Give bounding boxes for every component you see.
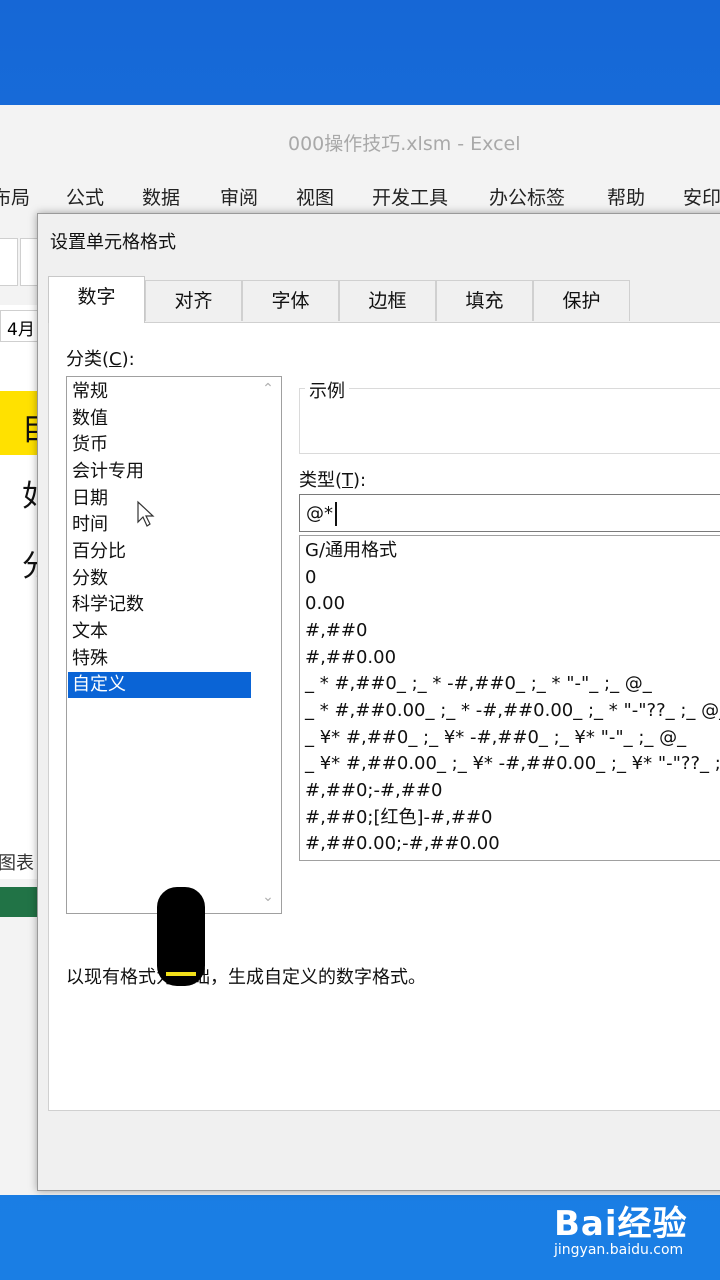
list-item[interactable]: 分数 [68, 566, 251, 592]
ribbon-control[interactable] [0, 238, 18, 286]
tab-border[interactable]: 边框 [339, 280, 436, 321]
list-item[interactable]: _ ¥* #,##0.00_ ;_ ¥* -#,##0.00_ ;_ ¥* "-… [305, 751, 720, 778]
mouse-pointer-icon [137, 500, 155, 527]
ribbon-tab-data[interactable]: 数据 [142, 183, 180, 210]
list-item[interactable]: #,##0 [305, 618, 367, 645]
tab-protection[interactable]: 保护 [533, 280, 630, 321]
baidu-watermark: Bai经验 jingyan.baidu.com [554, 1196, 714, 1266]
worksheet-grid[interactable] [0, 305, 40, 865]
list-item[interactable]: 数值 [68, 406, 251, 432]
scroll-up-icon[interactable]: ⌃ [260, 381, 276, 397]
list-item[interactable]: G/通用格式 [305, 538, 397, 565]
excel-title-bar: 000操作技巧.xlsm - Excel [0, 105, 720, 173]
list-item[interactable]: #,##0;-#,##0 [305, 778, 442, 805]
status-bar [0, 887, 40, 917]
list-item[interactable]: _ * #,##0_ ;_ * -#,##0_ ;_ * "-"_ ;_ @_ [305, 671, 652, 698]
sample-label: 示例 [305, 377, 349, 403]
list-item[interactable]: 0 [305, 565, 316, 592]
ribbon-tab-developer[interactable]: 开发工具 [372, 183, 448, 210]
scroll-down-icon[interactable]: ⌄ [260, 889, 276, 905]
list-item[interactable]: 文本 [68, 619, 251, 645]
window-title: 000操作技巧.xlsm - Excel [288, 133, 521, 155]
ribbon-tab-more[interactable]: 安印 [683, 183, 720, 210]
list-item[interactable]: 日期 [68, 486, 251, 512]
tab-fill[interactable]: 填充 [436, 280, 533, 321]
ribbon-tab-office-tab[interactable]: 办公标签 [489, 183, 565, 210]
dialog-title: 设置单元格格式 [50, 232, 176, 253]
list-item[interactable]: 货币 [68, 432, 251, 458]
ribbon-tab-view[interactable]: 视图 [296, 183, 334, 210]
watermark-logo: Bai经验 [554, 1204, 688, 1244]
list-item[interactable]: 常规 [68, 379, 251, 405]
ribbon-tab-help[interactable]: 帮助 [607, 183, 645, 210]
ribbon-tab-review[interactable]: 审阅 [220, 183, 258, 210]
type-input-value: @* [306, 503, 333, 524]
type-label: 类型(T): [299, 470, 367, 491]
watermark-url: jingyan.baidu.com [554, 1242, 684, 1258]
list-item[interactable]: #,##0.00;-#,##0.00 [305, 831, 500, 858]
category-description: 以现有格式为基础，生成自定义的数字格式。 [66, 967, 426, 988]
list-item[interactable]: #,##0;[红色]-#,##0 [305, 805, 492, 832]
sample-box [299, 388, 720, 454]
sheet-tab-label: 图表 [0, 853, 34, 874]
list-item[interactable]: 百分比 [68, 539, 251, 565]
cell-reference: 4月 [7, 320, 35, 340]
list-item[interactable]: _ * #,##0.00_ ;_ * -#,##0.00_ ;_ * "-"??… [305, 698, 720, 725]
list-item[interactable]: 特殊 [68, 646, 251, 672]
tab-alignment[interactable]: 对齐 [145, 280, 242, 321]
tab-number[interactable]: 数字 [48, 276, 145, 323]
list-item[interactable]: 会计专用 [68, 459, 251, 485]
highlight-mark [166, 972, 196, 976]
format-code-list[interactable]: G/通用格式 0 0.00 #,##0 #,##0.00 _ * #,##0_ … [299, 535, 720, 861]
list-item[interactable]: 科学记数 [68, 592, 251, 618]
ribbon-tab-formulas[interactable]: 公式 [66, 183, 104, 210]
list-item[interactable]: 时间 [68, 512, 251, 538]
list-item[interactable]: 0.00 [305, 591, 345, 618]
category-list[interactable]: 常规 数值 货币 会计专用 日期 时间 百分比 分数 科学记数 文本 特殊 自定… [66, 376, 282, 914]
name-box[interactable]: 4月 [0, 310, 42, 342]
list-item[interactable]: _ ¥* #,##0_ ;_ ¥* -#,##0_ ;_ ¥* "-"_ ;_ … [305, 725, 686, 752]
category-label: 分类(C): [66, 349, 135, 370]
type-input[interactable]: @* [299, 494, 720, 532]
list-item[interactable]: #,##0.00 [305, 645, 396, 672]
sheet-tab[interactable]: 图表 [0, 845, 40, 879]
ribbon-tab-layout[interactable]: 布局 [0, 183, 30, 210]
list-item-selected[interactable]: 自定义 [68, 672, 251, 698]
text-caret [335, 502, 337, 526]
dialog-tab-bar: 数字 对齐 字体 边框 填充 保护 [48, 276, 720, 323]
number-tab-panel: 分类(C): 常规 数值 货币 会计专用 日期 时间 百分比 分数 科学记数 文… [48, 322, 720, 1111]
tab-font[interactable]: 字体 [242, 280, 339, 321]
format-cells-dialog: 设置单元格格式 数字 对齐 字体 边框 填充 保护 分类(C): 常规 数值 货… [37, 213, 720, 1191]
